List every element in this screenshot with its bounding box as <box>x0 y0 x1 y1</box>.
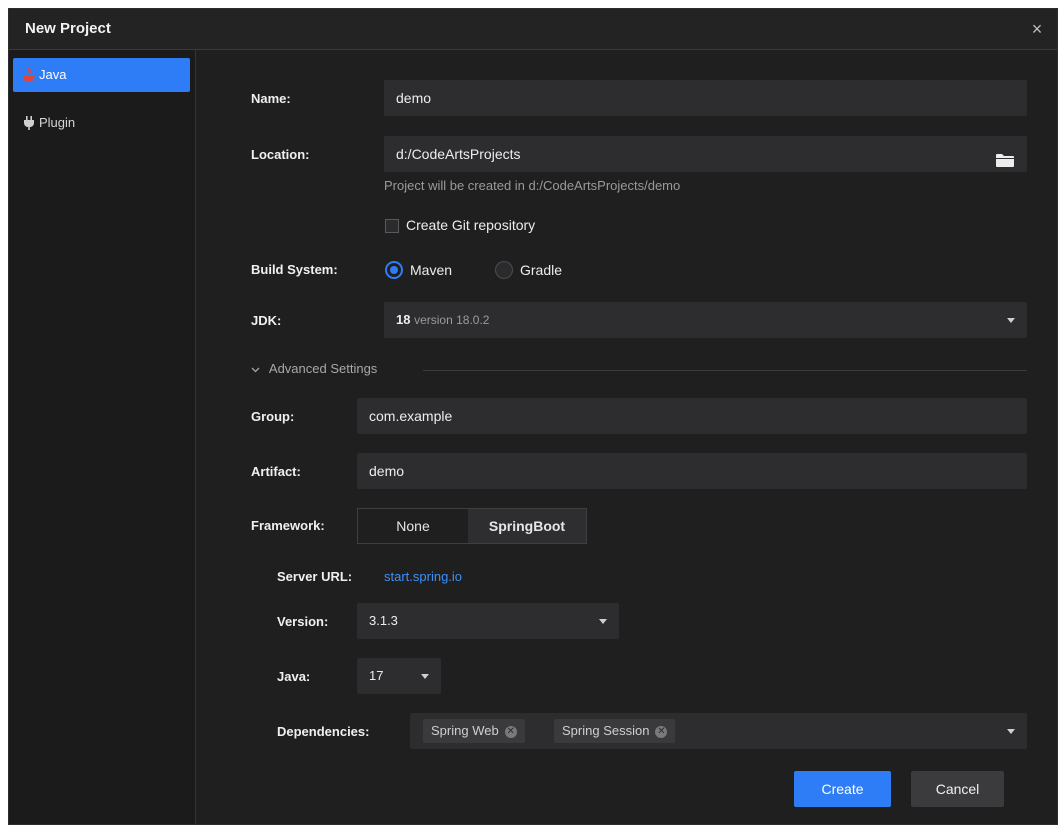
advanced-settings-title: Advanced Settings <box>268 361 378 376</box>
create-button[interactable]: Create <box>794 771 891 807</box>
name-field[interactable]: demo <box>384 80 1027 116</box>
chevron-down-icon <box>1007 318 1015 323</box>
framework-label: Framework: <box>251 518 325 533</box>
remove-icon[interactable]: ✕ <box>504 725 517 738</box>
group-label: Group: <box>251 409 295 424</box>
framework-segmented-control: None SpringBoot <box>357 508 587 544</box>
version-select[interactable]: 3.1.3 <box>357 603 619 639</box>
server-url-link[interactable]: start.spring.io <box>384 569 462 584</box>
dialog-title: New Project <box>25 20 111 37</box>
java-label: Java: <box>277 669 311 684</box>
version-value: 3.1.3 <box>369 613 398 628</box>
server-url-label: Server URL: <box>277 569 353 584</box>
sidebar-item-label: Plugin <box>39 115 76 130</box>
chevron-down-icon <box>1007 729 1015 734</box>
cancel-button[interactable]: Cancel <box>911 771 1004 807</box>
title-bar: New Project × <box>9 9 1057 50</box>
maven-label: Maven <box>410 262 453 278</box>
java-value: 17 <box>369 668 384 683</box>
dependency-chip-label: Spring Session <box>562 723 650 738</box>
jdk-label: JDK: <box>251 313 282 328</box>
name-label: Name: <box>251 91 291 106</box>
dependency-chip-spring-web: Spring Web ✕ <box>423 719 525 743</box>
new-project-dialog: New Project × Java Plugin Name: demo Loc… <box>8 8 1058 825</box>
folder-icon[interactable] <box>995 145 1015 181</box>
location-value: d:/CodeArtsProjects <box>396 146 521 162</box>
git-checkbox[interactable] <box>385 219 399 233</box>
sidebar-item-java[interactable]: Java <box>13 58 190 92</box>
framework-springboot-option[interactable]: SpringBoot <box>468 509 586 543</box>
artifact-label: Artifact: <box>251 464 301 479</box>
remove-icon[interactable]: ✕ <box>655 725 668 738</box>
git-label: Create Git repository <box>406 217 536 233</box>
chevron-down-icon <box>599 619 607 624</box>
plug-icon <box>22 106 36 140</box>
sidebar-item-plugin[interactable]: Plugin <box>13 106 190 140</box>
java-select[interactable]: 17 <box>357 658 441 694</box>
chevron-down-icon <box>251 361 260 376</box>
maven-radio[interactable] <box>385 261 403 279</box>
location-label: Location: <box>251 147 310 162</box>
advanced-settings-toggle[interactable]: Advanced Settings <box>251 361 377 376</box>
framework-none-option[interactable]: None <box>358 509 468 543</box>
artifact-field[interactable]: demo <box>357 453 1027 489</box>
jdk-select[interactable]: 18 version 18.0.2 <box>384 302 1027 338</box>
location-hint: Project will be created in d:/CodeArtsPr… <box>384 178 681 193</box>
java-icon <box>22 58 36 92</box>
location-field[interactable]: d:/CodeArtsProjects <box>384 136 1027 172</box>
jdk-version: 18 <box>396 312 411 327</box>
dependency-chip-spring-session: Spring Session ✕ <box>554 719 676 743</box>
gradle-label: Gradle <box>520 262 563 278</box>
version-label: Version: <box>277 614 329 629</box>
section-divider <box>423 370 1027 371</box>
jdk-detail: version 18.0.2 <box>414 313 490 327</box>
chevron-down-icon <box>421 674 429 679</box>
sidebar: Java Plugin <box>9 50 196 824</box>
build-system-label: Build System: <box>251 262 338 277</box>
dependencies-label: Dependencies: <box>277 724 370 739</box>
gradle-radio[interactable] <box>495 261 513 279</box>
sidebar-item-label: Java <box>39 67 67 82</box>
close-button[interactable]: × <box>1025 17 1049 41</box>
group-field[interactable]: com.example <box>357 398 1027 434</box>
dependency-chip-label: Spring Web <box>431 723 499 738</box>
